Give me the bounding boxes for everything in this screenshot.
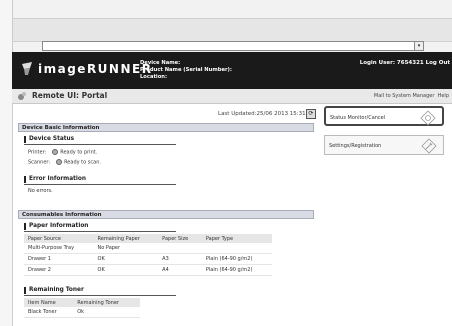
device-basic-heading: Device Basic Information	[18, 123, 314, 132]
printer-status: Ready to print.	[60, 149, 98, 156]
device-status-heading: Device Status	[24, 136, 74, 143]
portal-menu: Status Monitor/Cancel Settings/Registrat…	[318, 104, 452, 326]
portal-icon	[18, 92, 26, 100]
table-row: Multi-Purpose Tray No Paper	[24, 243, 272, 254]
divider	[24, 231, 176, 232]
scanner-status-row: Scanner: Ready to scan.	[28, 159, 101, 166]
divider	[24, 295, 176, 296]
toner-table: Item Name Remaining Toner Black Toner Ok	[24, 298, 140, 318]
status-monitor-label: Status Monitor/Cancel	[330, 115, 386, 121]
status-monitor-icon	[420, 110, 436, 126]
table-cell: No Paper	[93, 243, 159, 254]
product-name-label: Product Name (Serial Number):	[140, 66, 232, 73]
paper-table-header: Paper Source Remaining Paper Paper Size …	[24, 234, 272, 243]
error-info-heading: Error Information	[24, 176, 86, 183]
browser-chrome: ▾	[0, 0, 452, 60]
column-header: Remaining Paper	[93, 234, 159, 243]
remaining-toner-heading: Remaining Toner	[24, 287, 84, 294]
title-bar: Remote UI: Portal Mail to System Manager…	[12, 89, 452, 104]
help-link[interactable]: Help	[438, 93, 449, 99]
table-row: Drawer 2 OK A4 Plain (64-90 g/m2)	[24, 264, 272, 276]
app-header: imageRUNNER Device Name: Product Name (S…	[12, 52, 452, 89]
consumables-heading: Consumables Information	[18, 210, 314, 219]
table-cell: Ok	[73, 307, 140, 318]
settings-registration-label: Settings/Registration	[329, 143, 382, 149]
device-info: Device Name: Product Name (Serial Number…	[140, 60, 232, 80]
scanner-label: Scanner:	[28, 159, 51, 166]
browser-toolbar	[12, 18, 452, 42]
printer-label: Printer:	[28, 149, 47, 156]
logo-text: imageRUNNER	[38, 62, 153, 76]
paper-table: Paper Source Remaining Paper Paper Size …	[24, 234, 272, 276]
scanner-status: Ready to scan.	[64, 159, 101, 166]
table-row: Black Toner Ok	[24, 307, 140, 318]
printer-status-row: Printer: Ready to print.	[28, 149, 97, 156]
refresh-icon[interactable]: ⟳	[306, 109, 316, 119]
imagerunner-logo-icon	[22, 62, 32, 75]
divider	[24, 184, 176, 185]
column-header: Item Name	[24, 298, 74, 307]
table-cell: Drawer 2	[24, 264, 94, 276]
address-dropdown-icon[interactable]: ▾	[414, 42, 423, 50]
column-header: Paper Size	[158, 234, 202, 243]
table-cell: A4	[158, 264, 202, 276]
table-cell: OK	[93, 264, 159, 276]
scanner-status-icon	[56, 159, 63, 165]
last-updated: Last Updated:25/06 2013 15:31	[218, 111, 306, 117]
table-cell: Black Toner	[24, 307, 74, 318]
location-label: Location:	[140, 73, 168, 80]
column-header: Paper Type	[201, 234, 272, 243]
toner-table-header: Item Name Remaining Toner	[24, 298, 140, 307]
divider	[24, 144, 176, 145]
address-bar[interactable]: ▾	[42, 41, 424, 51]
error-text: No errors.	[28, 188, 53, 194]
device-name-label: Device Name:	[140, 60, 181, 66]
table-cell	[201, 243, 272, 254]
login-user[interactable]: Login User: 7654321 Log Out	[360, 60, 450, 66]
printer-status-icon	[52, 149, 59, 155]
table-cell	[158, 243, 202, 254]
settings-registration-button[interactable]: Settings/Registration	[324, 135, 444, 155]
table-cell: Drawer 1	[24, 253, 94, 265]
table-cell: OK	[93, 253, 159, 265]
table-cell: Multi-Purpose Tray	[24, 243, 94, 254]
mail-to-manager-link[interactable]: Mail to System Manager	[374, 93, 435, 99]
page-title: Remote UI: Portal	[32, 91, 108, 100]
table-cell: Plain (64-90 g/m2)	[201, 253, 272, 265]
column-header: Remaining Toner	[73, 298, 140, 307]
top-links: Mail to System Manager Help	[374, 93, 449, 99]
table-row: Drawer 1 OK A3 Plain (64-90 g/m2)	[24, 253, 272, 265]
paper-info-heading: Paper Information	[24, 223, 88, 230]
status-monitor-button[interactable]: Status Monitor/Cancel	[324, 106, 444, 126]
column-header: Paper Source	[24, 234, 94, 243]
table-cell: Plain (64-90 g/m2)	[201, 264, 272, 276]
settings-wrench-icon	[421, 138, 437, 154]
left-border	[0, 0, 13, 326]
table-cell: A3	[158, 253, 202, 265]
